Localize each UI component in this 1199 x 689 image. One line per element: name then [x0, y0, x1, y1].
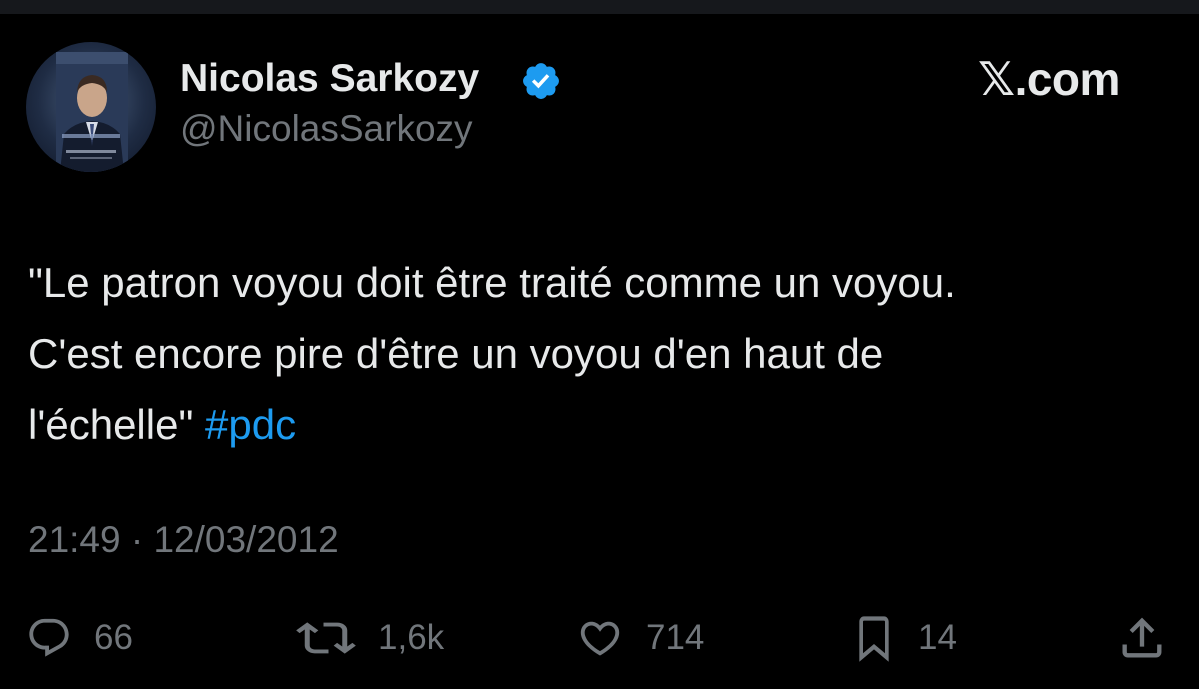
user-handle[interactable]: @NicolasSarkozy: [180, 107, 473, 151]
tweet-timestamp[interactable]: 21:49 · 12/03/2012: [28, 518, 339, 562]
display-name[interactable]: Nicolas Sarkozy: [180, 56, 479, 102]
retweet-count: 1,6k: [378, 618, 445, 657]
bookmark-button[interactable]: 14: [852, 612, 957, 664]
x-logo-icon: 𝕏: [978, 52, 1015, 106]
share-button[interactable]: [1116, 612, 1168, 664]
tweet-card: Nicolas Sarkozy @NicolasSarkozy 𝕏.com "L…: [0, 14, 1199, 689]
tweet-text: "Le patron voyou doit être traité comme …: [28, 247, 1178, 460]
like-button[interactable]: 714: [576, 612, 704, 664]
reply-button[interactable]: 66: [26, 612, 133, 664]
profile-photo-icon: [56, 52, 128, 172]
tweet-text-segment: l'échelle": [28, 401, 206, 448]
reply-icon: [29, 618, 69, 657]
brand-suffix: .com: [1014, 53, 1121, 105]
retweet-icon: [296, 622, 356, 654]
tweet-text-line: l'échelle" #pdc: [28, 389, 1178, 460]
tweet-text-line: C'est encore pire d'être un voyou d'en h…: [28, 330, 884, 377]
reply-count: 66: [94, 618, 133, 657]
share-icon: [1122, 617, 1162, 658]
bookmark-icon: [859, 616, 889, 662]
avatar[interactable]: [26, 42, 156, 172]
heart-icon: [580, 621, 620, 656]
bookmark-count: 14: [918, 618, 957, 657]
verified-badge-icon: [523, 63, 559, 99]
hashtag-link[interactable]: #pdc: [205, 401, 296, 448]
like-count: 714: [646, 618, 705, 657]
retweet-button[interactable]: 1,6k: [296, 612, 444, 664]
x-brand-logo: 𝕏.com: [978, 52, 1120, 106]
top-edge-bar: [0, 0, 1199, 14]
tweet-text-line: "Le patron voyou doit être traité comme …: [28, 259, 956, 306]
